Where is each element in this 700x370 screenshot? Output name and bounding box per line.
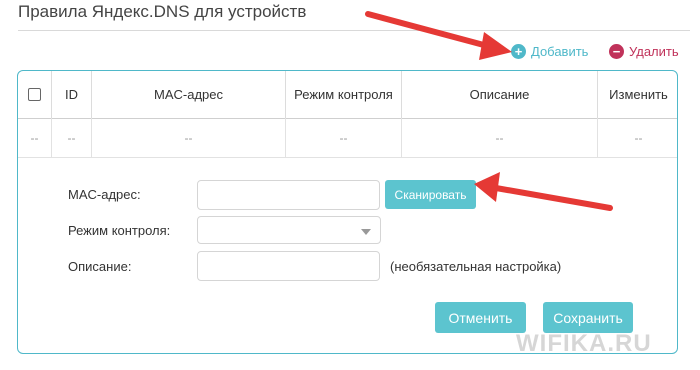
arrow-to-scan-button (474, 172, 613, 211)
annotation-arrows (365, 11, 613, 211)
arrow-to-add-icon (365, 11, 512, 60)
watermark: WIFIKA.RU (516, 330, 652, 357)
